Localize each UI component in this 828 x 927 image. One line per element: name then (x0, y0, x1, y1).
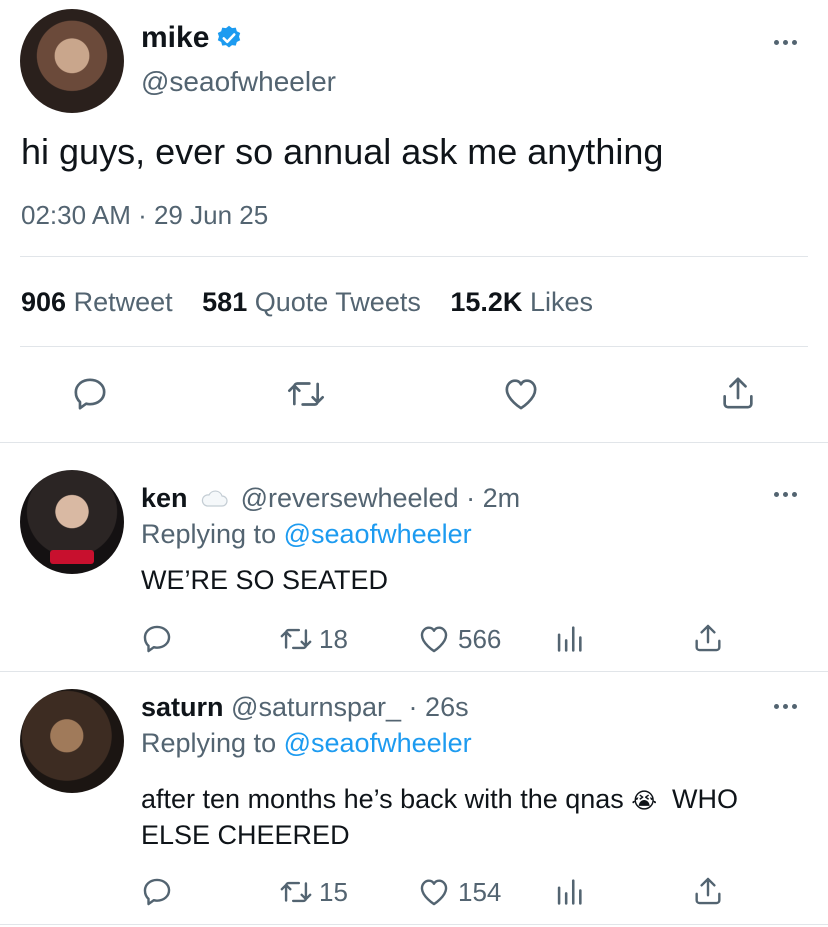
analytics-icon[interactable] (554, 622, 584, 656)
retweet-icon (277, 622, 315, 656)
reply-time: 2m (482, 483, 521, 513)
share-icon[interactable] (691, 620, 725, 656)
replying-to: Replying to @seaofwheeler (141, 517, 472, 551)
retweet-stat[interactable]: 906 Retweet (21, 287, 173, 317)
divider-reply-2 (0, 924, 828, 925)
retweet-button[interactable]: 18 (277, 622, 348, 656)
reply-avatar[interactable] (20, 470, 124, 574)
tweet-timestamp[interactable]: 02:30 AM · 29 Jun 25 (21, 199, 268, 231)
retweet-count: 906 (21, 287, 67, 317)
reply-avatar[interactable] (20, 689, 124, 793)
author-avatar[interactable] (20, 9, 124, 113)
retweet-icon[interactable] (284, 374, 328, 414)
replying-prefix: Replying to (141, 728, 277, 758)
retweet-count: 18 (319, 623, 348, 654)
reply-author-handle[interactable]: @saturnspar_ (231, 692, 401, 722)
quote-count: 581 (202, 287, 248, 317)
quote-stat[interactable]: 581 Quote Tweets (202, 287, 421, 317)
like-button[interactable]: 154 (416, 875, 501, 909)
reply-avatar-shirt (50, 550, 94, 564)
reply-text: after ten months he’s back with the qnas… (141, 782, 811, 853)
like-icon[interactable] (500, 374, 542, 414)
divider-main (0, 442, 828, 443)
reply-icon[interactable] (140, 622, 174, 656)
like-icon (416, 875, 452, 909)
more-icon[interactable] (774, 704, 797, 709)
tweet-text: hi guys, ever so annual ask me anything (21, 131, 664, 172)
reply-header[interactable]: ken @reversewheeled · 2m (141, 481, 520, 517)
like-count: 566 (458, 623, 502, 654)
more-icon[interactable] (774, 492, 797, 497)
replying-to: Replying to @seaofwheeler (141, 726, 472, 760)
likes-label: Likes (529, 287, 593, 317)
retweet-button[interactable]: 15 (277, 875, 348, 909)
divider-stats (20, 346, 808, 347)
replying-prefix: Replying to (141, 519, 277, 549)
like-button[interactable]: 566 (416, 622, 501, 656)
retweet-label: Retweet (73, 287, 173, 317)
reply-author-handle[interactable]: @reversewheeled (241, 483, 459, 513)
retweet-count: 15 (319, 876, 348, 907)
tweet-date: 29 Jun 25 (153, 200, 269, 230)
author-name[interactable]: mike (141, 21, 209, 54)
analytics-icon[interactable] (554, 875, 584, 909)
share-icon[interactable] (691, 873, 725, 909)
like-icon (416, 622, 452, 656)
tweet-stats: 906 Retweet 581 Quote Tweets 15.2K Likes (21, 285, 593, 319)
like-count: 154 (458, 876, 502, 907)
reply-text-line-1: after ten months he’s back with the qnas… (141, 782, 811, 818)
cloud-icon (199, 483, 229, 517)
reply-author-name[interactable]: ken (141, 483, 188, 513)
quote-label: Quote Tweets (254, 287, 421, 317)
author-handle[interactable]: @seaofwheeler (141, 64, 336, 100)
replying-handle-link[interactable]: @seaofwheeler (284, 519, 472, 549)
reply-text-part-1: after ten months he’s back with the qnas (141, 784, 624, 814)
share-icon[interactable] (718, 372, 758, 414)
reply-author-name[interactable]: saturn (141, 692, 224, 722)
reply-text-part-2: WHO (672, 784, 739, 814)
reply-icon[interactable] (140, 875, 174, 909)
reply-header[interactable]: saturn @saturnspar_ · 26s (141, 690, 469, 724)
verified-icon (215, 24, 243, 61)
reply-time-separator: · (401, 692, 426, 722)
tweet-time: 02:30 AM (21, 200, 131, 230)
reply-text-line-2: ELSE CHEERED (141, 820, 350, 850)
crying-emoji: 😭 (631, 788, 658, 813)
retweet-icon (277, 875, 315, 909)
likes-count: 15.2K (450, 287, 523, 317)
divider-reply-1 (0, 671, 828, 672)
reply-time-separator: · (458, 483, 483, 513)
divider-top (20, 256, 808, 257)
reply-time: 26s (425, 692, 469, 722)
timestamp-separator: · (130, 200, 154, 230)
more-icon[interactable] (774, 40, 797, 45)
replying-handle-link[interactable]: @seaofwheeler (284, 728, 472, 758)
likes-stat[interactable]: 15.2K Likes (450, 287, 593, 317)
author-name-row[interactable]: mike (141, 20, 243, 61)
reply-icon[interactable] (70, 374, 110, 414)
reply-text: WE’RE SO SEATED (141, 565, 389, 595)
